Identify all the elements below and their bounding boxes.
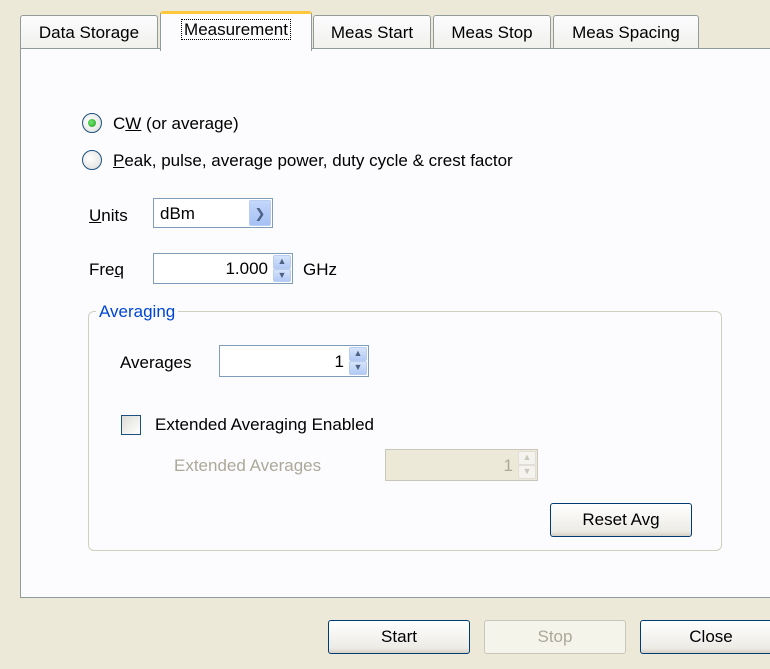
- spin-up-icon[interactable]: ▲: [349, 347, 367, 361]
- extended-averages-spinner: ▲ ▼: [518, 451, 536, 479]
- freq-unit: GHz: [303, 260, 337, 279]
- spin-down-icon[interactable]: ▼: [273, 268, 291, 282]
- close-button[interactable]: Close: [640, 620, 770, 654]
- tab-label: Meas Spacing: [572, 23, 680, 42]
- chevron-down-icon[interactable]: ❯: [249, 200, 271, 226]
- start-button[interactable]: Start: [328, 620, 470, 654]
- stop-button[interactable]: Stop: [484, 620, 626, 654]
- tab-label: Meas Stop: [451, 23, 533, 42]
- spin-up-icon: ▲: [518, 451, 536, 465]
- extended-averaging-label[interactable]: Extended Averaging Enabled: [155, 415, 374, 435]
- units-value: dBm: [160, 204, 195, 223]
- extended-averages-input: 1 ▲ ▼: [385, 449, 538, 481]
- freq-input[interactable]: 1.000 ▲ ▼: [153, 253, 293, 284]
- extended-averages-label: Extended Averages: [174, 456, 322, 475]
- averaging-legend: Averaging: [96, 302, 179, 322]
- averages-value: 1: [334, 352, 344, 371]
- reset-avg-button[interactable]: Reset Avg: [550, 503, 692, 537]
- cw-radio-label[interactable]: CW (or average): [113, 114, 239, 134]
- freq-value: 1.000: [225, 259, 268, 278]
- tab-meas-stop[interactable]: Meas Stop: [433, 15, 551, 49]
- units-select[interactable]: dBm ❯: [153, 198, 273, 228]
- freq-label: Freq: [89, 260, 124, 279]
- spin-up-icon[interactable]: ▲: [273, 255, 291, 269]
- averages-input[interactable]: 1 ▲ ▼: [219, 345, 369, 377]
- extended-averaging-checkbox[interactable]: [121, 415, 141, 435]
- spin-down-icon[interactable]: ▼: [349, 361, 367, 375]
- peak-radio[interactable]: [82, 150, 102, 170]
- tab-label: Data Storage: [38, 23, 140, 42]
- tab-meas-start[interactable]: Meas Start: [313, 15, 431, 49]
- tab-label: Meas Start: [330, 23, 414, 42]
- tab-label: Measurement: [181, 19, 291, 40]
- averages-label: Averages: [120, 353, 192, 372]
- extended-averages-value: 1: [503, 456, 513, 475]
- tab-measurement[interactable]: Measurement: [160, 11, 312, 51]
- radio-selected-dot: [88, 119, 96, 127]
- peak-radio-label[interactable]: Peak, pulse, average power, duty cycle &…: [113, 151, 513, 171]
- tab-meas-spacing[interactable]: Meas Spacing: [553, 15, 699, 49]
- tab-data-storage[interactable]: Data Storage: [20, 15, 158, 49]
- cw-radio[interactable]: [82, 113, 102, 133]
- averages-spinner[interactable]: ▲ ▼: [349, 347, 367, 375]
- spin-down-icon: ▼: [518, 465, 536, 479]
- units-label: Units: [89, 206, 128, 225]
- freq-spinner[interactable]: ▲ ▼: [273, 255, 291, 282]
